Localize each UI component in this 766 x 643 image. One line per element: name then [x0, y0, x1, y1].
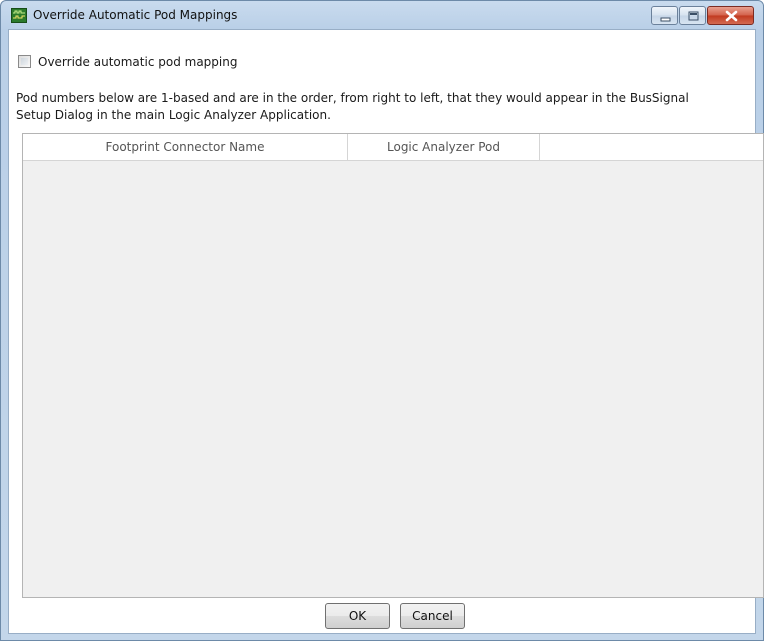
minimize-button[interactable]	[651, 6, 678, 25]
close-button[interactable]	[707, 6, 754, 25]
override-checkbox-label[interactable]: Override automatic pod mapping	[38, 55, 237, 69]
title-bar[interactable]: Override Automatic Pod Mappings	[1, 1, 763, 30]
column-header-footprint-connector-name[interactable]: Footprint Connector Name	[23, 134, 348, 160]
ok-button[interactable]: OK	[325, 603, 390, 629]
grid-header: Footprint Connector Name Logic Analyzer …	[23, 134, 763, 161]
maximize-button[interactable]	[679, 6, 706, 25]
logic-analyzer-app-icon	[11, 8, 27, 23]
pod-mapping-grid[interactable]: Footprint Connector Name Logic Analyzer …	[22, 133, 764, 598]
window-title: Override Automatic Pod Mappings	[33, 8, 238, 22]
description-text: Pod numbers below are 1-based and are in…	[16, 91, 689, 122]
minimize-icon	[660, 17, 671, 22]
cancel-button[interactable]: Cancel	[400, 603, 465, 629]
maximize-icon	[688, 11, 699, 21]
column-header-logic-analyzer-pod[interactable]: Logic Analyzer Pod	[348, 134, 540, 160]
close-icon	[725, 10, 738, 22]
override-checkbox[interactable]	[18, 55, 31, 68]
